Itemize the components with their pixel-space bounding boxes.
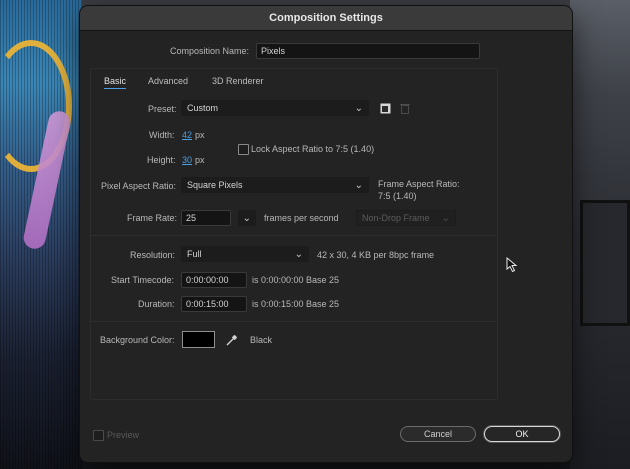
tab-basic[interactable]: Basic [104,76,127,89]
chevron-down-icon: ⌄ [354,180,363,191]
height-label: Height: [147,155,176,165]
cancel-button[interactable]: Cancel [400,426,476,442]
background-left-scene [0,0,82,469]
save-preset-icon[interactable] [378,101,392,115]
ok-button[interactable]: OK [484,426,560,442]
frame-aspect-value: 7:5 (1.40) [378,191,417,201]
tab-3d-renderer[interactable]: 3D Renderer [212,76,264,86]
frame-rate-presets-dropdown[interactable]: ⌄ [238,210,256,226]
tab-advanced[interactable]: Advanced [148,76,188,86]
background-color-label: Background Color: [100,335,175,345]
section-divider [91,235,496,236]
preset-dropdown[interactable]: Custom ⌄ [181,100,369,116]
trash-icon[interactable] [398,101,412,115]
lock-aspect-checkbox[interactable] [238,144,249,155]
width-unit: px [195,130,205,140]
frame-aspect-label: Frame Aspect Ratio: [378,179,460,189]
start-timecode-info: is 0:00:00:00 Base 25 [252,275,340,285]
resolution-info: 42 x 30, 4 KB per 8bpc frame [317,250,435,260]
frame-rate-unit: frames per second [264,213,339,223]
height-value[interactable]: 30 [182,155,192,165]
composition-settings-dialog: Composition Settings Composition Name: P… [80,6,572,462]
preview-checkbox[interactable] [93,430,104,441]
composition-name-input[interactable]: Pixels [256,43,480,59]
pixel-aspect-label: Pixel Aspect Ratio: [101,181,177,191]
background-right-scene [570,0,630,469]
chevron-down-icon: ⌄ [294,249,303,260]
start-timecode-label: Start Timecode: [111,275,175,285]
resolution-label: Resolution: [130,250,176,260]
chevron-down-icon: ⌄ [441,213,450,224]
composition-name-label: Composition Name: [170,46,250,56]
chevron-down-icon: ⌄ [242,213,251,224]
preset-label: Preset: [148,104,177,114]
background-box-shape [580,200,630,326]
dialog-titlebar[interactable]: Composition Settings [80,6,572,31]
lock-aspect-label[interactable]: Lock Aspect Ratio to 7:5 (1.40) [251,144,374,154]
mouse-cursor-icon [506,256,518,275]
width-label: Width: [149,130,175,140]
preview-label[interactable]: Preview [107,430,139,440]
dialog-title: Composition Settings [269,12,383,24]
drop-frame-dropdown: Non-Drop Frame ⌄ [356,210,456,226]
settings-panel [90,68,498,400]
resolution-dropdown[interactable]: Full ⌄ [181,246,309,262]
background-color-swatch[interactable] [182,331,215,348]
duration-input[interactable]: 0:00:15:00 [181,296,247,312]
duration-info: is 0:00:15:00 Base 25 [252,299,340,309]
eyedropper-icon[interactable] [225,333,239,347]
resolution-value: Full [187,249,202,259]
section-divider [91,321,496,322]
frame-rate-input[interactable]: 25 [181,210,231,226]
width-value[interactable]: 42 [182,130,192,140]
background-color-name: Black [250,335,273,345]
pixel-aspect-dropdown[interactable]: Square Pixels ⌄ [181,177,369,193]
drop-frame-value: Non-Drop Frame [362,213,430,223]
start-timecode-input[interactable]: 0:00:00:00 [181,272,247,288]
frame-rate-label: Frame Rate: [127,213,178,223]
chevron-down-icon: ⌄ [354,103,363,114]
pixel-aspect-value: Square Pixels [187,180,243,190]
duration-label: Duration: [138,299,175,309]
preset-value: Custom [187,103,219,113]
height-unit: px [195,155,205,165]
